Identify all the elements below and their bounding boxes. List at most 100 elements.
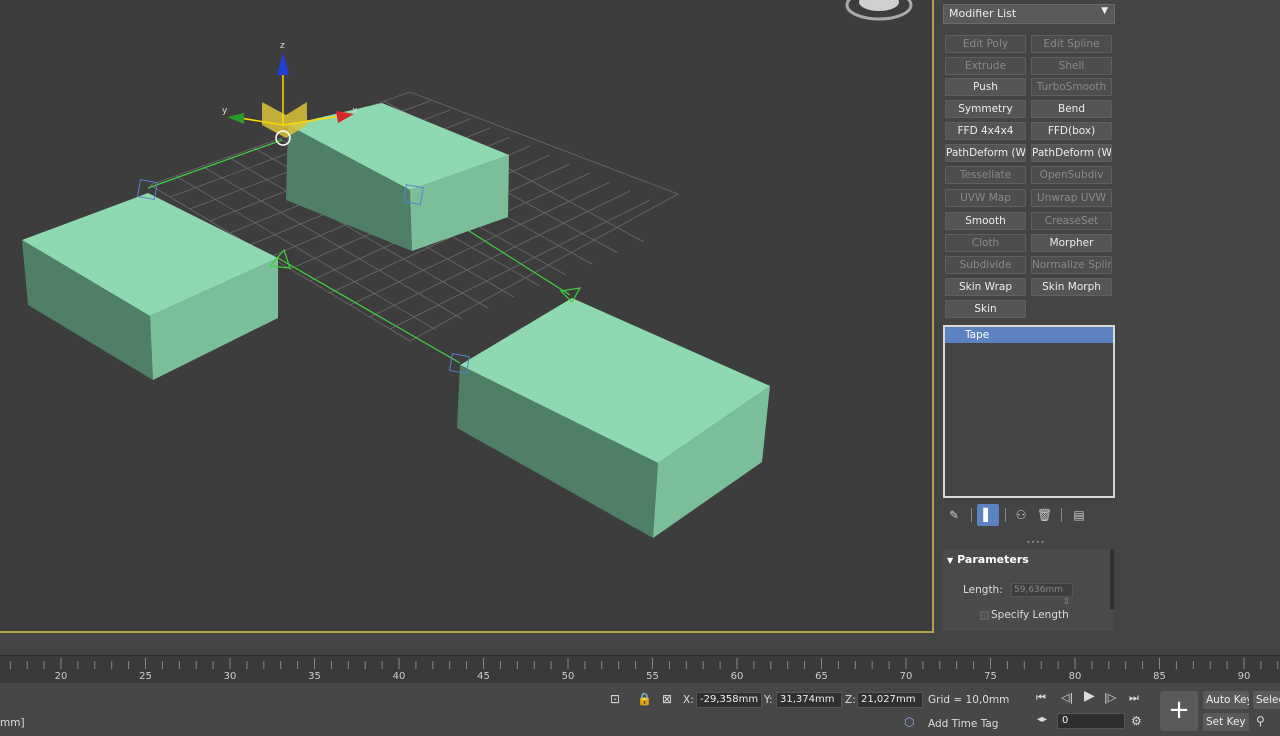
ruler-tick-label: 85 [1153,671,1166,682]
ruler-tick-label: 90 [1237,671,1251,682]
isolate-selection-icon[interactable]: ⊡ [610,692,620,706]
trash-icon[interactable]: 🗑 [1037,504,1052,526]
modifier-button-edit-poly[interactable]: Edit Poly [945,35,1026,53]
modifier-button-cloth[interactable]: Cloth [945,234,1026,252]
toolbar-divider [1061,508,1062,522]
perspective-viewport[interactable]: z y x [0,0,934,633]
status-bar: mm] ⊡ 🔒 ⊠ X: -29,358mm Y: 31,374mm Z: 21… [0,683,1280,736]
modifier-button-skin-morph[interactable]: Skin Morph [1031,278,1112,296]
add-time-tag-button[interactable]: Add Time Tag [928,718,998,730]
ruler-tick-label: 45 [477,671,490,682]
modifier-button-bend[interactable]: Bend [1031,100,1112,118]
current-frame-value: 0 [1062,715,1069,726]
modifier-button-push[interactable]: Push [945,78,1026,96]
play-icon[interactable]: ▶ [1084,688,1095,704]
next-frame-icon[interactable]: |▷ [1104,691,1116,704]
spinner-arrows-icon[interactable]: ⇕ [1062,596,1070,608]
key-filters-icon[interactable]: ⚲ [1256,714,1265,728]
modifier-button-skin[interactable]: Skin [945,300,1026,318]
show-end-result-icon[interactable]: ▌ [977,504,999,526]
box-object-3[interactable] [457,298,770,538]
modifier-list-label: Modifier List [949,7,1017,20]
configure-sets-icon[interactable]: ▤ [1071,504,1087,526]
rollout-grip[interactable]: •••• [1026,538,1045,547]
modifier-button-edit-spline[interactable]: Edit Spline [1031,35,1112,53]
modifier-button-extrude[interactable]: Extrude [945,57,1026,75]
toolbar-divider [1005,508,1006,522]
track-bar-ticks [9,658,1279,669]
modifier-button-shell[interactable]: Shell [1031,57,1112,75]
scene[interactable]: z y x [0,0,934,633]
x-coord-field[interactable]: -29,358mm [696,692,762,708]
modifier-button-smooth[interactable]: Smooth [945,212,1026,230]
toolbar-divider [971,508,972,522]
modifier-list-dropdown[interactable]: Modifier List ▼ [943,4,1115,24]
ruler-tick-label: 70 [899,671,913,682]
modifier-button-tessellate[interactable]: Tessellate [945,166,1026,184]
absolute-mode-icon[interactable]: ⊠ [662,692,672,706]
ruler-tick-label: 30 [223,671,237,682]
length-spinner[interactable]: 59,636mm ⇕ [1011,583,1073,607]
modifier-stack[interactable]: Tape [943,325,1115,498]
ruler-tick-label: 35 [308,671,321,682]
parameters-rollout: ▼ Parameters Length: 59,636mm ⇕ Specify L… [943,549,1113,631]
lock-icon[interactable]: 🔒 [637,692,652,706]
modifier-button-ffd-box[interactable]: FFD(box) [1031,122,1112,140]
set-keys-icon[interactable]: + [1160,691,1198,731]
z-coord-value: 21,027mm [861,694,916,705]
set-key-button[interactable]: Set Key [1203,713,1249,731]
modifier-button-morpher[interactable]: Morpher [1031,234,1112,252]
modifier-button-normalize-spline[interactable]: Normalize Spline [1031,256,1112,274]
box-object-1[interactable] [22,193,278,380]
ruler-tick-label: 80 [1068,671,1082,682]
modifier-button-creaseset[interactable]: CreaseSet [1031,212,1112,230]
x-coord-value: -29,358mm [700,694,759,705]
modifier-button-pathdeform-wsm[interactable]: PathDeform (WSM [1031,144,1112,162]
ruler-tick-label: 40 [392,671,406,682]
modifier-button-turbosmooth[interactable]: TurboSmooth [1031,78,1112,96]
length-label: Length: [963,584,1003,596]
key-mode-toggle-icon[interactable]: ◂▸ [1037,714,1047,725]
stack-item-tape[interactable]: Tape [945,327,1113,343]
y-coord-field[interactable]: 31,374mm [776,692,842,708]
modifier-button-ffd-4x4x4[interactable]: FFD 4x4x4 [945,122,1026,140]
modifier-button-pathdeform-wsm[interactable]: PathDeform (WSM [945,144,1026,162]
ruler-tick-label: 20 [54,671,68,682]
command-panel: Modifier List ▼ Edit Poly Edit Spline Extr… [936,0,1280,633]
z-coord-field[interactable]: 21,027mm [857,692,923,708]
time-configuration-icon[interactable]: ⚙ [1131,714,1142,728]
box-object-2[interactable] [286,103,509,251]
ruler-tick-label: 25 [139,671,152,682]
modifier-button-skin-wrap[interactable]: Skin Wrap [945,278,1026,296]
specify-length-checkbox[interactable] [980,611,989,620]
ruler-tick-label: 65 [815,671,828,682]
track-bar[interactable]: 20 25 30 35 40 45 50 55 60 65 70 75 80 85 90 [0,655,1280,683]
ruler-tick-label: 75 [984,671,997,682]
make-unique-icon[interactable]: ⚇ [1013,504,1029,526]
panel-scrollbar[interactable] [1110,549,1114,609]
modifier-button-subdivide[interactable]: Subdivide [945,256,1026,274]
grid-size-readout: Grid = 10,0mm [928,694,1010,706]
z-axis-label: z [280,41,285,51]
modifier-button-opensubdiv[interactable]: OpenSubdiv [1031,166,1112,184]
modifier-button-symmetry[interactable]: Symmetry [945,100,1026,118]
selected-filter-dropdown[interactable]: Selec [1253,691,1280,709]
specify-length-label: Specify Length [991,609,1069,621]
auto-key-button[interactable]: Auto Key [1203,691,1249,709]
go-to-end-icon[interactable]: ⏭ [1129,691,1139,705]
previous-frame-icon[interactable]: ◁| [1061,691,1073,704]
viewcube-icon[interactable] [845,0,913,21]
current-frame-field[interactable]: 0 [1057,713,1125,729]
z-coord-label: Z: [845,694,856,706]
y-coord-label: Y: [764,694,773,706]
ruler-tick-label: 60 [730,671,744,682]
y-axis-label: y [222,106,228,116]
go-to-start-icon[interactable]: ⏮ [1036,691,1046,705]
modifier-button-uvw-map[interactable]: UVW Map [945,189,1026,207]
parameters-rollout-header[interactable]: ▼ Parameters [947,553,1029,566]
x-axis-label: x [352,106,358,116]
pin-stack-icon[interactable]: ✎ [947,504,961,526]
time-slider-track[interactable] [0,635,1280,655]
modifier-button-unwrap-uvw[interactable]: Unwrap UVW [1031,189,1112,207]
time-tag-icon[interactable]: ⬡ [904,715,914,729]
